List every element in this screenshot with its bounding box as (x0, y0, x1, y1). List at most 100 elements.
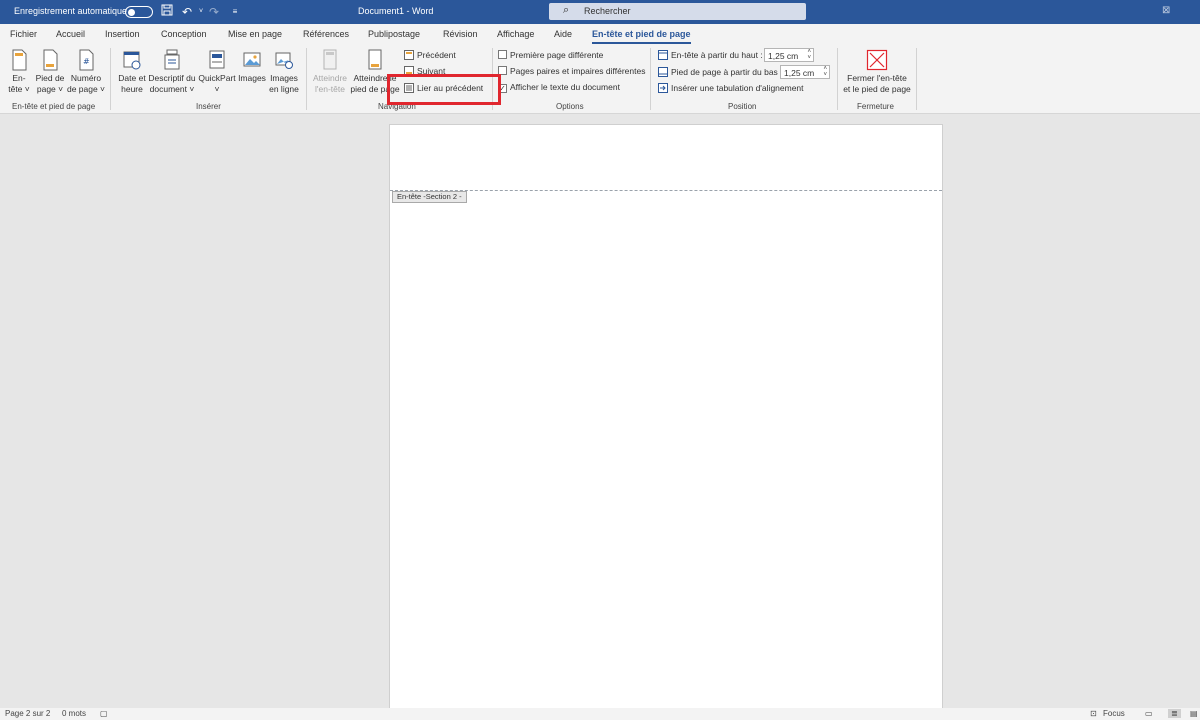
focus-icon[interactable]: ⊡ (1090, 709, 1097, 718)
group-separator (306, 48, 307, 110)
footer-position-icon (658, 67, 668, 77)
first-page-different-checkbox[interactable]: Première page différente (498, 50, 603, 60)
read-mode-icon[interactable]: ▭ (1145, 709, 1153, 718)
focus-label[interactable]: Focus (1103, 709, 1125, 718)
autosave-label: Enregistrement automatique (14, 6, 128, 16)
odd-even-pages-checkbox[interactable]: Pages paires et impaires différentes (498, 66, 645, 76)
undo-dropdown-icon[interactable]: ˅ (194, 4, 208, 20)
header-button[interactable]: En- tête ˅ (6, 49, 32, 95)
web-layout-icon[interactable]: ▤ (1190, 709, 1198, 718)
header-from-top-input[interactable]: 1,25 cm ˄ ˅ (764, 48, 814, 62)
close-header-footer-label-2: et le pied de page (843, 84, 911, 94)
tab-references[interactable]: Références (303, 29, 349, 39)
quickpart-label-2: ˅ (214, 84, 220, 94)
print-layout-icon[interactable]: ≣ (1168, 709, 1181, 718)
footer-button[interactable]: Pied de page ˅ (34, 49, 66, 95)
close-header-footer-button[interactable]: Fermer l'en-tête et le pied de page (840, 49, 914, 95)
page-count[interactable]: Page 2 sur 2 (5, 709, 50, 718)
footer-label-2: page ˅ (36, 84, 64, 94)
group-label-inserer: Insérer (196, 102, 221, 111)
online-images-label-1: Images (270, 73, 298, 83)
close-header-footer-label-1: Fermer l'en-tête (847, 73, 907, 83)
document-info-label-2: document ˅ (149, 84, 195, 94)
alignment-tab-icon (658, 83, 668, 93)
page-number-label-1: Numéro (70, 73, 102, 83)
show-document-text-checkbox[interactable]: ✓ Afficher le texte du document (498, 82, 620, 93)
images-label: Images (238, 73, 266, 83)
search-placeholder: Rechercher (584, 6, 631, 16)
goto-header-label-1: Atteindre (312, 73, 348, 83)
insert-alignment-tab-button[interactable]: Insérer une tabulation d'alignement (658, 83, 804, 93)
document-page[interactable]: En-tête -Section 2 - (389, 124, 943, 714)
account-icon[interactable]: ⊠ (1162, 5, 1170, 16)
header-position-icon (658, 50, 668, 60)
document-info-icon (164, 49, 180, 70)
document-title: Document1 - Word (358, 6, 434, 16)
tab-insertion[interactable]: Insertion (105, 29, 140, 39)
images-button[interactable]: Images (237, 49, 267, 84)
footer-from-bottom-input[interactable]: 1,25 cm ˄ ˅ (780, 65, 830, 79)
header-from-top-value: 1,25 cm (768, 51, 799, 61)
search-icon: ⌕ (563, 4, 570, 16)
group-separator (110, 48, 111, 110)
goto-header-icon (323, 49, 337, 70)
ribbon: En- tête ˅ Pied de page ˅ # Numéro de pa… (0, 44, 1200, 114)
highlight-box (387, 74, 501, 105)
goto-header-button[interactable]: Atteindre l'en-tête (310, 49, 350, 95)
header-icon (12, 49, 27, 71)
save-icon[interactable] (160, 4, 174, 20)
footer-label-1: Pied de (35, 73, 65, 83)
group-label-header-footer: En-tête et pied de page (12, 102, 96, 111)
previous-label: Précédent (417, 50, 456, 60)
autosave-toggle[interactable] (125, 6, 153, 18)
header-from-top-label: En-tête à partir du haut : (658, 50, 763, 60)
word-count[interactable]: 0 mots (62, 709, 86, 718)
customize-toolbar-icon[interactable]: ≡ (228, 4, 242, 20)
tab-aide[interactable]: Aide (554, 29, 572, 39)
quickpart-label-1: QuickPart (198, 73, 236, 83)
odd-even-pages-label: Pages paires et impaires différentes (510, 66, 646, 76)
quickpart-icon (209, 50, 225, 69)
group-label-position: Position (728, 102, 757, 111)
tab-mise-en-page[interactable]: Mise en page (228, 29, 282, 39)
tab-conception[interactable]: Conception (161, 29, 207, 39)
title-bar: Enregistrement automatique ↶ ˅ ↷ ≡ Docum… (0, 0, 1200, 24)
spinner-icon[interactable]: ˄ ˅ (807, 49, 811, 61)
footer-from-bottom-value: 1,25 cm (784, 68, 815, 78)
undo-icon[interactable]: ↶ (180, 4, 194, 20)
group-label-options: Options (556, 102, 584, 111)
tab-fichier[interactable]: Fichier (10, 29, 37, 39)
footer-from-bottom-label: Pied de page à partir du bas : (658, 67, 783, 77)
search-box[interactable]: ⌕ Rechercher (549, 3, 806, 20)
goto-footer-icon (368, 49, 382, 70)
svg-text:#: # (83, 57, 90, 66)
tab-accueil[interactable]: Accueil (56, 29, 85, 39)
document-info-label-1: Descriptif du (148, 73, 196, 83)
date-time-button[interactable]: Date et heure (116, 49, 148, 95)
proofing-icon[interactable]: ▢ (100, 709, 108, 718)
previous-button[interactable]: Précédent (404, 50, 456, 60)
previous-icon (404, 50, 414, 60)
spinner-icon[interactable]: ˄ ˅ (823, 66, 827, 78)
header-label-1: En- (12, 73, 26, 83)
goto-header-label-2: l'en-tête (315, 84, 345, 94)
tab-publipostage[interactable]: Publipostage (368, 29, 420, 39)
page-number-button[interactable]: # Numéro de page ˅ (66, 49, 106, 95)
tab-revision[interactable]: Révision (443, 29, 478, 39)
insert-alignment-tab-label: Insérer une tabulation d'alignement (671, 83, 804, 93)
tab-en-tete-pied-de-page[interactable]: En-tête et pied de page (592, 29, 691, 44)
online-images-button[interactable]: Images en ligne (268, 49, 300, 95)
document-info-button[interactable]: Descriptif du document ˅ (147, 49, 197, 95)
tab-affichage[interactable]: Affichage (497, 29, 534, 39)
footer-icon (43, 49, 58, 71)
show-document-text-label: Afficher le texte du document (510, 82, 620, 92)
ribbon-tabs: Fichier Accueil Insertion Conception Mis… (0, 24, 1200, 44)
date-label-1: Date et (118, 73, 146, 83)
redo-icon[interactable]: ↷ (207, 4, 221, 20)
quickpart-button[interactable]: QuickPart ˅ (197, 49, 237, 95)
header-section-tag: En-tête -Section 2 - (392, 191, 467, 203)
page-number-icon: # (79, 49, 94, 71)
group-separator (916, 48, 917, 110)
status-bar: Page 2 sur 2 0 mots ▢ ⊡ Focus ▭ ≣ ▤ (0, 708, 1200, 720)
page-number-label-2: de page ˅ (66, 84, 106, 94)
